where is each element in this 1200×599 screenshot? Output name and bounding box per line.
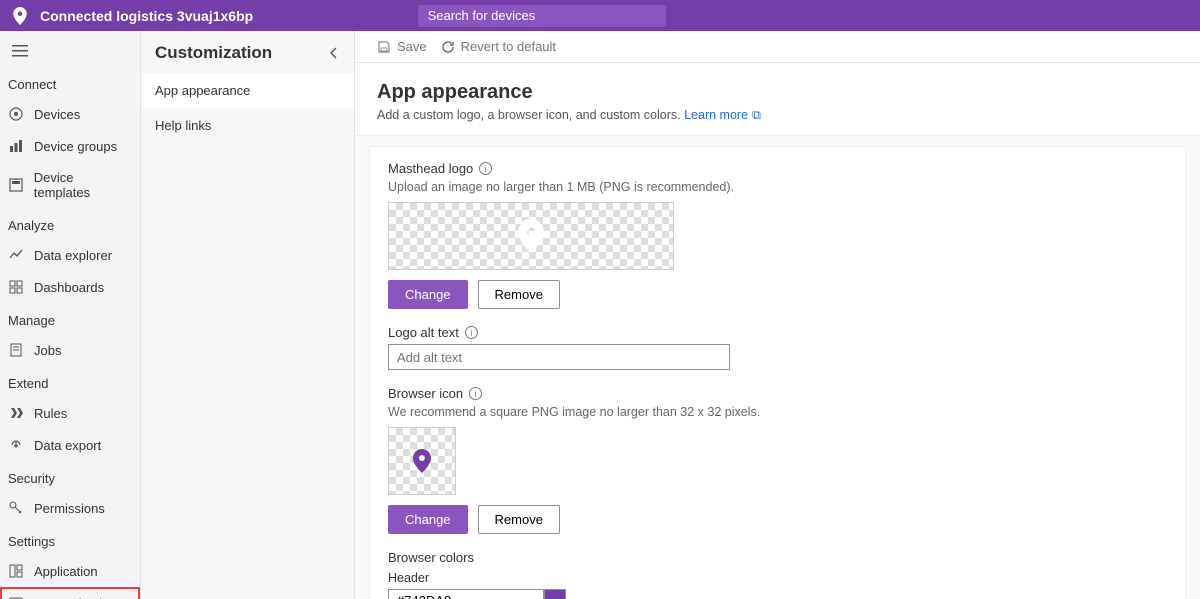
sidebar-item-label: Jobs: [34, 343, 61, 358]
sidebar-item-device-groups[interactable]: Device groups: [0, 130, 140, 162]
masthead-change-button[interactable]: Change: [388, 280, 468, 309]
revert-button[interactable]: Revert to default: [441, 39, 556, 54]
browser-icon-label: Browser icon: [388, 386, 463, 401]
device-templates-icon: [8, 177, 24, 193]
search-input[interactable]: [418, 5, 666, 27]
field-browser-colors: Browser colors Header: [388, 550, 1167, 599]
save-label: Save: [397, 39, 427, 54]
field-logo-alt-text: Logo alt text i: [388, 325, 1167, 370]
sidebar-item-label: Application: [34, 564, 98, 579]
content-pane: Save Revert to default App appearance Ad…: [355, 31, 1200, 599]
sidebar-item-label: Devices: [34, 107, 80, 122]
sidebar-item-label: Device templates: [34, 170, 132, 200]
masthead-remove-button[interactable]: Remove: [478, 280, 560, 309]
sidebar-item-device-templates[interactable]: Device templates: [0, 162, 140, 208]
sidebar-item-devices[interactable]: Devices: [0, 98, 140, 130]
revert-label: Revert to default: [461, 39, 556, 54]
subnav-title: Customization: [155, 43, 272, 63]
external-link-icon: ⧉: [752, 108, 761, 123]
sidebar-item-label: Dashboards: [34, 280, 104, 295]
subnav-item-label: App appearance: [155, 83, 250, 98]
field-browser-icon: Browser icon i We recommend a square PNG…: [388, 386, 1167, 534]
sidebar-item-data-export[interactable]: Data export: [0, 429, 140, 461]
data-explorer-icon: [8, 247, 24, 263]
sidebar-item-permissions[interactable]: Permissions: [0, 492, 140, 524]
browser-colors-label: Browser colors: [388, 550, 474, 565]
browser-icon-remove-button[interactable]: Remove: [478, 505, 560, 534]
field-masthead-logo: Masthead logo i Upload an image no large…: [388, 161, 1167, 309]
pin-icon: [518, 219, 544, 253]
masthead-logo-preview: [388, 202, 674, 270]
app-title: Connected logistics 3vuaj1x6bp: [40, 8, 253, 24]
sidebar-item-data-explorer[interactable]: Data explorer: [0, 239, 140, 271]
jobs-icon: [8, 342, 24, 358]
hamburger-icon[interactable]: [0, 35, 140, 67]
info-icon[interactable]: i: [469, 387, 482, 400]
sidebar-item-label: Rules: [34, 406, 67, 421]
page-subtitle: Add a custom logo, a browser icon, and c…: [377, 108, 681, 122]
browser-icon-preview: [388, 427, 456, 495]
section-analyze: Analyze: [0, 208, 140, 239]
top-bar: Connected logistics 3vuaj1x6bp: [0, 0, 1200, 31]
rules-icon: [8, 405, 24, 421]
info-icon[interactable]: i: [479, 162, 492, 175]
sidebar-item-rules[interactable]: Rules: [0, 397, 140, 429]
devices-icon: [8, 106, 24, 122]
permissions-icon: [8, 500, 24, 516]
browser-icon-desc: We recommend a square PNG image no large…: [388, 405, 1167, 419]
section-extend: Extend: [0, 366, 140, 397]
pin-icon: [413, 449, 431, 473]
browser-icon-change-button[interactable]: Change: [388, 505, 468, 534]
masthead-label: Masthead logo: [388, 161, 473, 176]
sidebar-item-label: Data explorer: [34, 248, 112, 263]
refresh-icon: [441, 40, 455, 54]
info-icon[interactable]: i: [465, 326, 478, 339]
section-manage: Manage: [0, 303, 140, 334]
data-export-icon: [8, 437, 24, 453]
subnav-item-help-links[interactable]: Help links: [141, 108, 354, 143]
sidebar-item-label: Customization: [34, 596, 116, 599]
sidebar-item-dashboards[interactable]: Dashboards: [0, 271, 140, 303]
device-groups-icon: [8, 138, 24, 154]
section-settings: Settings: [0, 524, 140, 555]
header-color-swatch[interactable]: [544, 589, 566, 599]
section-security: Security: [0, 461, 140, 492]
sidebar-item-label: Permissions: [34, 501, 105, 516]
masthead-desc: Upload an image no larger than 1 MB (PNG…: [388, 180, 1167, 194]
alt-text-label: Logo alt text: [388, 325, 459, 340]
header-color-input[interactable]: [388, 589, 544, 599]
page-title: App appearance: [377, 81, 1178, 104]
learn-more-link[interactable]: Learn more⧉: [684, 108, 761, 122]
sub-nav: Customization App appearance Help links: [141, 31, 355, 599]
alt-text-input[interactable]: [388, 344, 730, 370]
save-icon: [377, 40, 391, 54]
page-header: App appearance Add a custom logo, a brow…: [355, 63, 1200, 136]
section-connect: Connect: [0, 67, 140, 98]
sidebar-item-application[interactable]: Application: [0, 555, 140, 587]
app-logo-icon: [0, 7, 40, 25]
sidebar-item-label: Data export: [34, 438, 101, 453]
save-button[interactable]: Save: [377, 39, 427, 54]
collapse-subnav-icon[interactable]: [328, 47, 340, 59]
dashboards-icon: [8, 279, 24, 295]
settings-panel: Masthead logo i Upload an image no large…: [369, 146, 1186, 599]
subnav-item-app-appearance[interactable]: App appearance: [141, 73, 354, 108]
sidebar-item-label: Device groups: [34, 139, 117, 154]
sidebar-item-customization[interactable]: Customization: [0, 587, 140, 599]
sidebar-item-jobs[interactable]: Jobs: [0, 334, 140, 366]
header-color-label: Header: [388, 571, 1167, 585]
primary-sidebar: Connect Devices Device groups Device tem…: [0, 31, 141, 599]
content-toolbar: Save Revert to default: [355, 31, 1200, 63]
customization-icon: [8, 595, 24, 599]
application-icon: [8, 563, 24, 579]
subnav-item-label: Help links: [155, 118, 211, 133]
